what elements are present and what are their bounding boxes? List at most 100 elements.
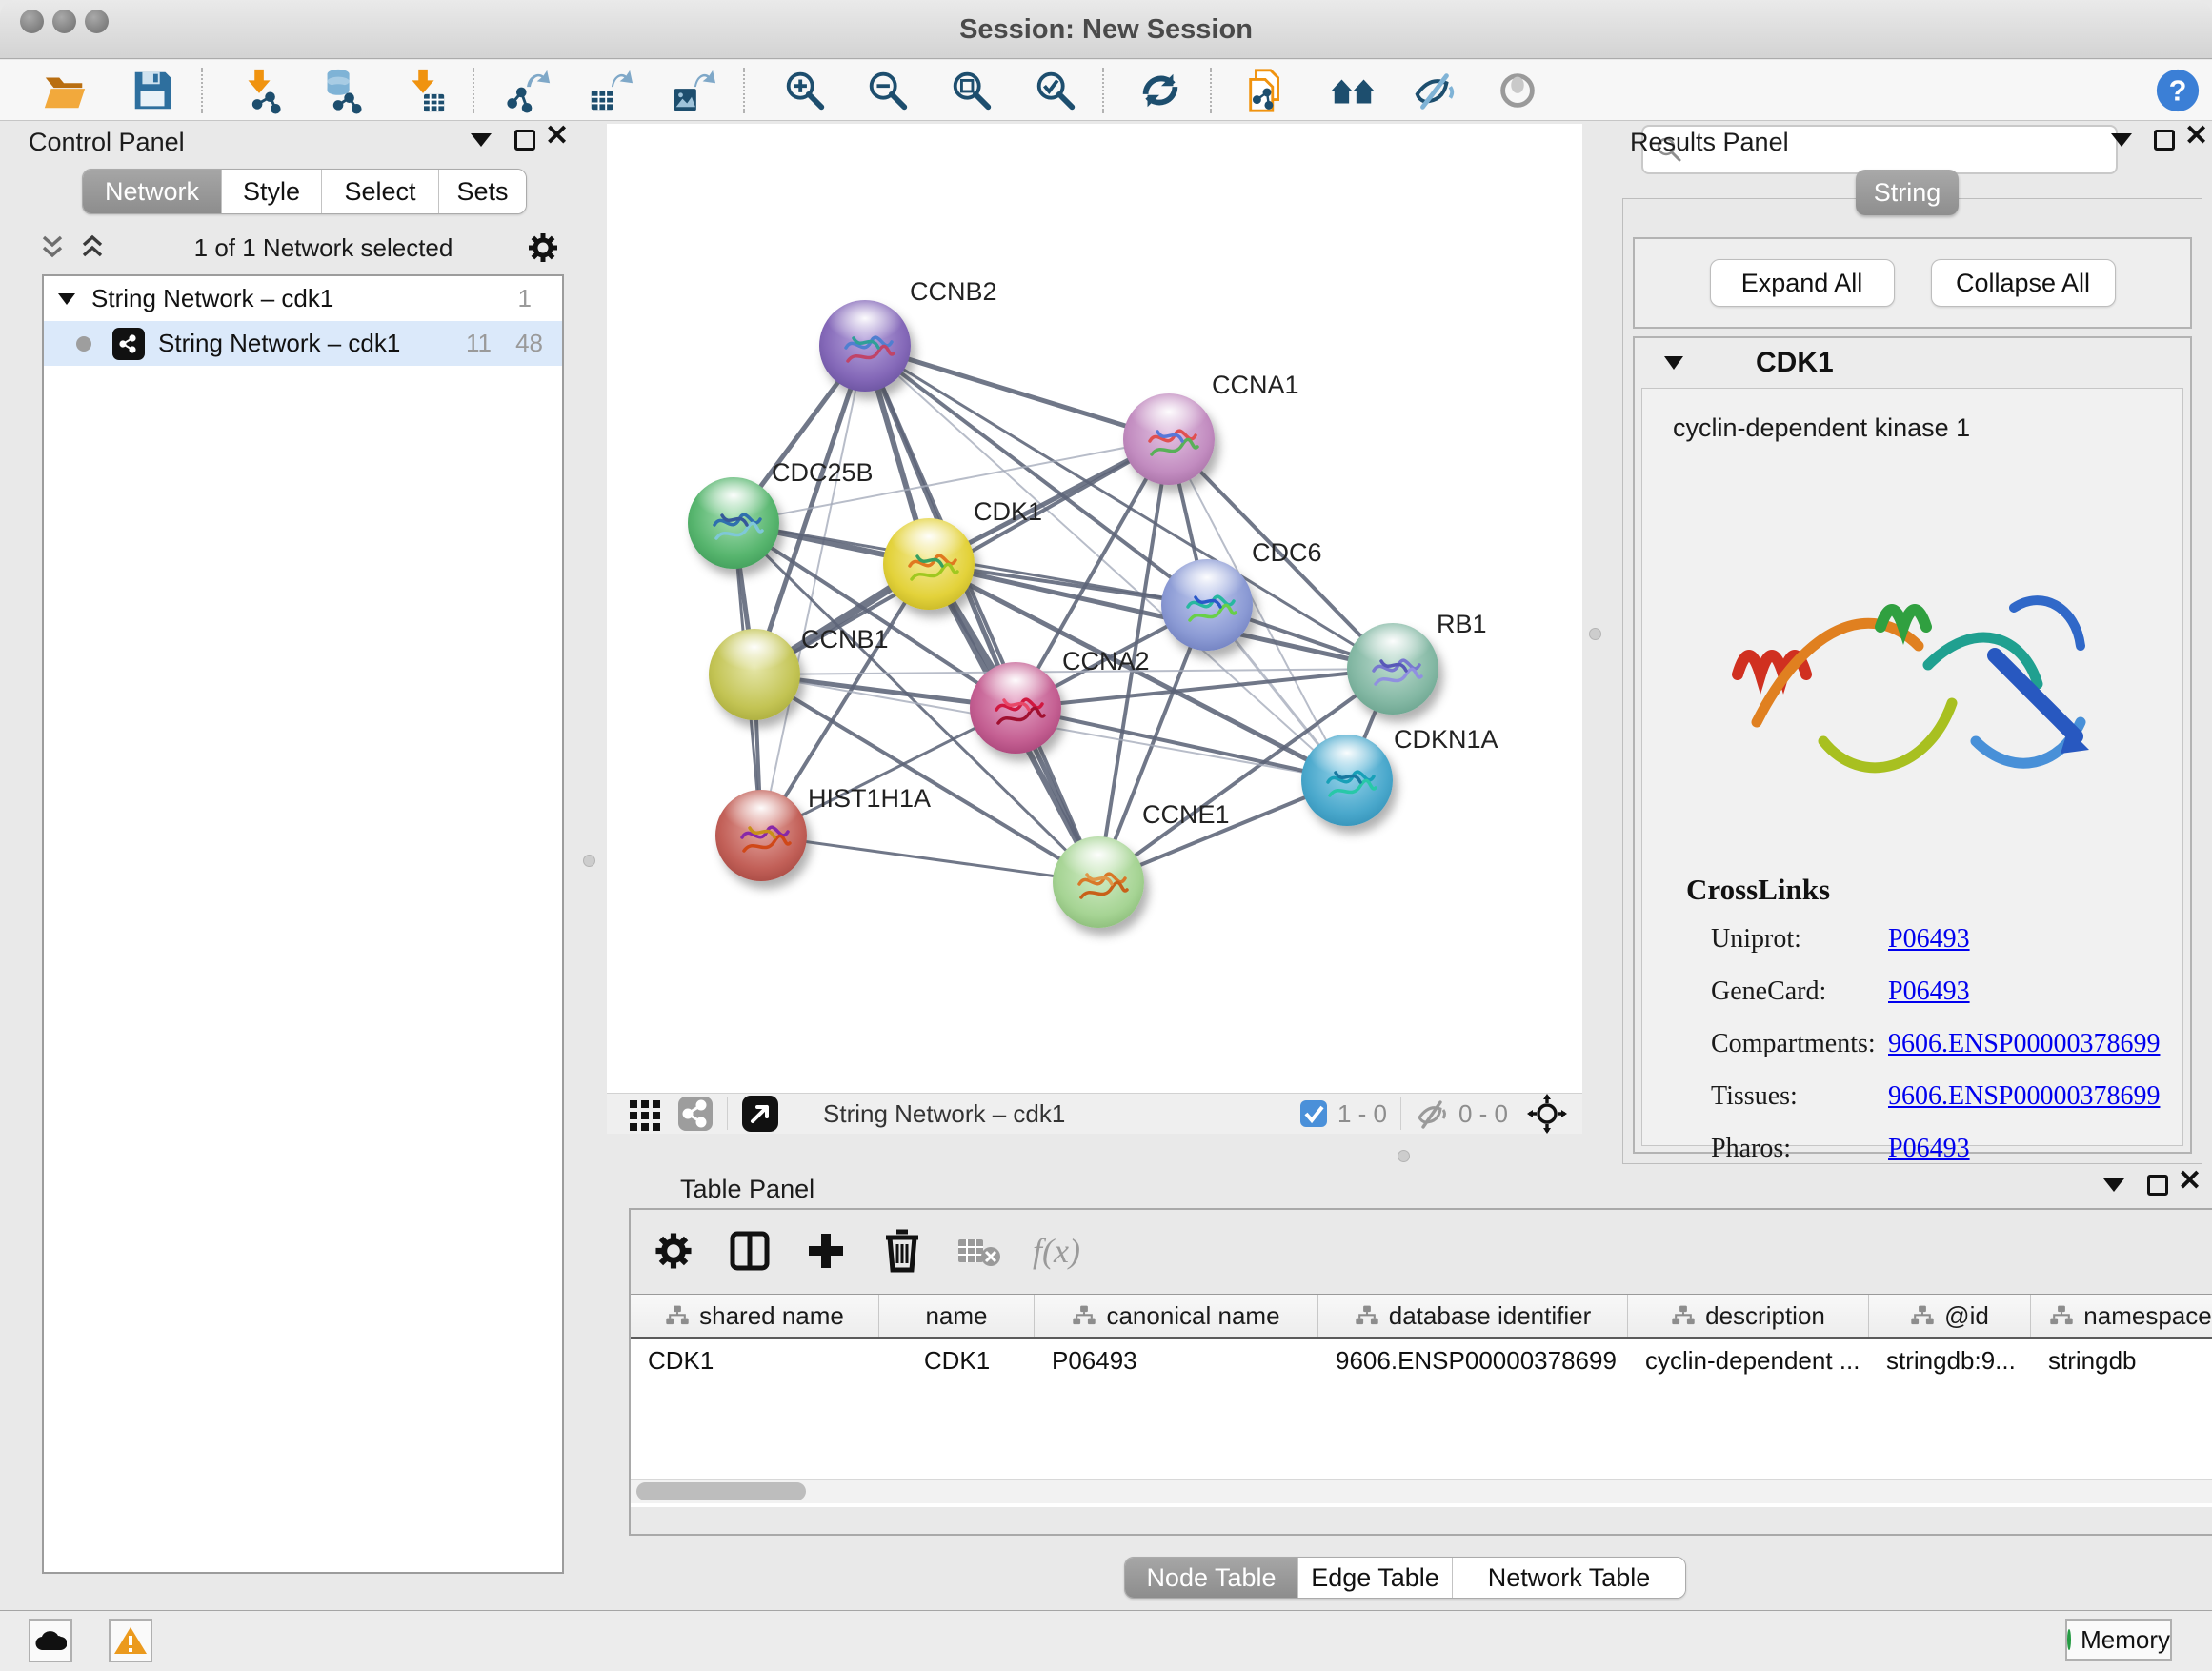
table-row[interactable]: CDK1CDK1P064939606.ENSP00000378699cyclin… bbox=[631, 1339, 2212, 1382]
show-columns-button[interactable] bbox=[728, 1229, 772, 1273]
collapse-all-button[interactable]: Collapse All bbox=[1931, 259, 2116, 307]
zoom-selected-button[interactable] bbox=[1029, 65, 1082, 116]
tab-node-table[interactable]: Node Table bbox=[1125, 1558, 1298, 1598]
network-node-rb1[interactable] bbox=[1347, 623, 1438, 715]
clone-network-button[interactable] bbox=[1240, 65, 1294, 116]
tab-edge-table[interactable]: Edge Table bbox=[1298, 1558, 1453, 1598]
network-row-selected[interactable]: String Network – cdk1 11 48 bbox=[44, 321, 562, 366]
network-node-ccnb1[interactable] bbox=[709, 629, 800, 720]
apply-layout-button[interactable] bbox=[1134, 65, 1187, 116]
column-header-name[interactable]: name bbox=[879, 1295, 1035, 1337]
home-view-button[interactable] bbox=[1326, 65, 1379, 116]
selected-checkbox-icon[interactable] bbox=[1299, 1099, 1328, 1128]
expand-all-button[interactable]: Expand All bbox=[1710, 259, 1895, 307]
crosslink-link[interactable]: P06493 bbox=[1888, 924, 1970, 968]
toolbar-separator bbox=[743, 68, 745, 113]
network-node-ccnb2[interactable] bbox=[819, 300, 911, 392]
table-cell[interactable]: 9606.ENSP00000378699 bbox=[1318, 1339, 1628, 1382]
tab-string[interactable]: String bbox=[1856, 170, 1959, 215]
import-table-button[interactable] bbox=[397, 65, 451, 116]
table-panel-menu-icon[interactable] bbox=[2103, 1178, 2124, 1192]
control-panel-close-icon[interactable]: ✕ bbox=[545, 126, 569, 147]
table-cell[interactable]: cyclin-dependent ... bbox=[1628, 1339, 1869, 1382]
column-header-database-identifier[interactable]: database identifier bbox=[1318, 1295, 1628, 1337]
crosslink-link[interactable]: 9606.ENSP00000378699 bbox=[1888, 1081, 2160, 1125]
grid-view-icon[interactable] bbox=[628, 1097, 662, 1131]
tab-style[interactable]: Style bbox=[222, 170, 322, 213]
open-session-button[interactable] bbox=[38, 65, 91, 116]
crosslink-link[interactable]: P06493 bbox=[1888, 976, 1970, 1020]
right-splitter-grip[interactable] bbox=[1589, 628, 1601, 640]
left-splitter-grip[interactable] bbox=[583, 855, 595, 867]
network-options-gear-icon[interactable] bbox=[527, 232, 559, 264]
column-header-canonical-name[interactable]: canonical name bbox=[1035, 1295, 1318, 1337]
export-network-button[interactable] bbox=[502, 65, 555, 116]
birdseye-popout-icon[interactable] bbox=[741, 1095, 779, 1133]
bottom-splitter-grip[interactable] bbox=[1398, 1150, 1410, 1162]
tab-select[interactable]: Select bbox=[322, 170, 439, 213]
column-header--id[interactable]: @id bbox=[1869, 1295, 2031, 1337]
table-cell[interactable]: CDK1 bbox=[879, 1339, 1035, 1382]
table-panel-close-icon[interactable]: ✕ bbox=[2178, 1171, 2202, 1192]
save-session-button[interactable] bbox=[126, 65, 179, 116]
zoom-out-button[interactable] bbox=[861, 65, 915, 116]
delete-column-button[interactable] bbox=[880, 1229, 924, 1273]
import-network-file-button[interactable] bbox=[233, 65, 287, 116]
table-cell[interactable]: P06493 bbox=[1035, 1339, 1318, 1382]
network-view-share-icon[interactable] bbox=[677, 1096, 714, 1132]
scrollbar-thumb[interactable] bbox=[636, 1482, 806, 1500]
network-canvas[interactable]: CCNB2CCNA1CDC25BCDK1CDC6RB1CCNB1CCNA2CDK… bbox=[607, 124, 1582, 1093]
network-node-ccna2[interactable] bbox=[970, 662, 1061, 754]
network-node-hist1h1a[interactable] bbox=[715, 790, 807, 881]
network-node-cdc6[interactable] bbox=[1161, 559, 1253, 651]
warnings-button[interactable] bbox=[109, 1619, 152, 1662]
table-cell[interactable]: stringdb:9... bbox=[1869, 1339, 2031, 1382]
table-panel-float-icon[interactable] bbox=[2147, 1175, 2168, 1196]
table-cell[interactable]: stringdb bbox=[2031, 1339, 2212, 1382]
column-header-description[interactable]: description bbox=[1628, 1295, 1869, 1337]
table-horizontal-scrollbar[interactable] bbox=[631, 1479, 2212, 1503]
import-network-database-button[interactable] bbox=[313, 65, 367, 116]
help-button[interactable]: ? bbox=[2151, 65, 2204, 116]
collection-expanded-icon[interactable] bbox=[57, 292, 76, 307]
table-settings-button[interactable] bbox=[652, 1229, 695, 1273]
memory-button[interactable]: Memory bbox=[2065, 1619, 2172, 1661]
results-panel-float-icon[interactable] bbox=[2154, 130, 2175, 151]
show-all-button[interactable] bbox=[1491, 65, 1544, 116]
delete-table-button[interactable] bbox=[956, 1229, 1000, 1273]
network-node-ccne1[interactable] bbox=[1053, 836, 1144, 928]
tab-network-table[interactable]: Network Table bbox=[1453, 1558, 1685, 1598]
control-panel-float-icon[interactable] bbox=[514, 130, 535, 151]
export-table-button[interactable] bbox=[583, 65, 636, 116]
tab-sets[interactable]: Sets bbox=[439, 170, 526, 213]
table-cell[interactable]: CDK1 bbox=[631, 1339, 879, 1382]
tab-network[interactable]: Network bbox=[83, 170, 222, 213]
crosslink-label: Tissues: bbox=[1711, 1081, 1888, 1125]
network-node-cdkn1a[interactable] bbox=[1301, 735, 1393, 826]
results-panel-close-icon[interactable]: ✕ bbox=[2184, 126, 2208, 147]
collapse-all-icon[interactable] bbox=[40, 233, 65, 262]
add-column-button[interactable] bbox=[804, 1229, 848, 1273]
hide-selected-button[interactable] bbox=[1407, 65, 1460, 116]
cloud-status-button[interactable] bbox=[29, 1619, 72, 1662]
network-node-cdk1[interactable] bbox=[883, 518, 975, 610]
zoom-fit-button[interactable] bbox=[945, 65, 998, 116]
control-panel-menu-icon[interactable] bbox=[471, 133, 492, 147]
column-header-namespace[interactable]: namespace bbox=[2031, 1295, 2212, 1337]
network-edge[interactable] bbox=[761, 836, 1098, 882]
gene-entry-header[interactable]: CDK1 bbox=[1635, 338, 2190, 388]
zoom-in-button[interactable] bbox=[778, 65, 832, 116]
expand-all-icon[interactable] bbox=[80, 233, 105, 262]
results-panel-menu-icon[interactable] bbox=[2111, 133, 2132, 147]
crosslink-link[interactable]: 9606.ENSP00000378699 bbox=[1888, 1029, 2160, 1073]
column-header-shared-name[interactable]: shared name bbox=[631, 1295, 879, 1337]
network-node-cdc25b[interactable] bbox=[688, 477, 779, 569]
export-image-button[interactable] bbox=[666, 65, 719, 116]
cloud-icon bbox=[34, 1629, 67, 1652]
network-node-ccna1[interactable] bbox=[1123, 393, 1215, 485]
network-collection-row[interactable]: String Network – cdk1 1 bbox=[44, 276, 562, 321]
hidden-eye-icon[interactable] bbox=[1415, 1098, 1449, 1129]
fit-crosshair-icon[interactable] bbox=[1527, 1094, 1567, 1134]
function-builder-button[interactable]: f(x) bbox=[1033, 1231, 1080, 1271]
entry-expanded-icon[interactable] bbox=[1663, 354, 1684, 372]
